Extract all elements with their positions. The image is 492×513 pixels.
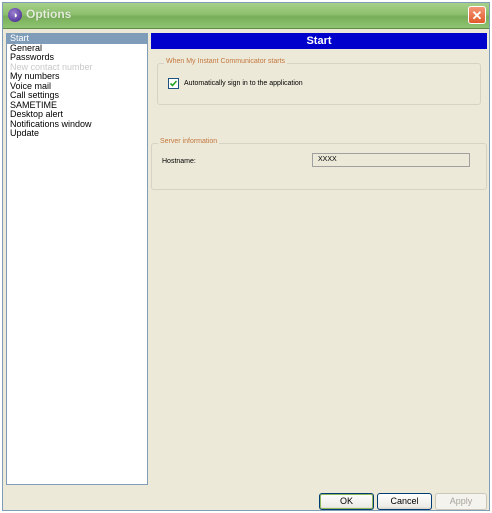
window-title: Options: [26, 7, 72, 21]
checkmark-icon: [169, 80, 178, 87]
options-nav-list: Start General Passwords New contact number M…: [6, 33, 148, 485]
panel-header: Start: [151, 33, 487, 49]
server-group-label: Server information: [158, 138, 220, 145]
startup-group-label: When My Instant Communicator starts: [164, 58, 288, 65]
close-button[interactable]: ✕: [468, 6, 486, 24]
cancel-button[interactable]: Cancel: [377, 493, 432, 510]
close-icon: ✕: [471, 7, 483, 23]
title-bar[interactable]: ◑ Options ✕: [3, 3, 489, 29]
options-dialog: ◑ Options ✕ Start General Passwords New con…: [2, 2, 490, 511]
auto-signin-checkbox[interactable]: [168, 78, 179, 89]
ok-button[interactable]: OK: [319, 493, 374, 510]
hostname-label: Hostname:: [162, 158, 196, 165]
hostname-field[interactable]: XXXX: [312, 153, 470, 167]
auto-signin-row[interactable]: Automatically sign in to the application: [168, 78, 303, 89]
apply-button: Apply: [435, 493, 487, 510]
app-icon: ◑: [8, 8, 22, 22]
auto-signin-label: Automatically sign in to the application: [184, 80, 303, 87]
settings-panel: Start When My Instant Communicator start…: [151, 33, 487, 485]
server-info-group: Server information Hostname: XXXX: [151, 138, 487, 190]
nav-item-update[interactable]: Update: [7, 128, 147, 139]
startup-group: When My Instant Communicator starts Auto…: [157, 58, 481, 105]
